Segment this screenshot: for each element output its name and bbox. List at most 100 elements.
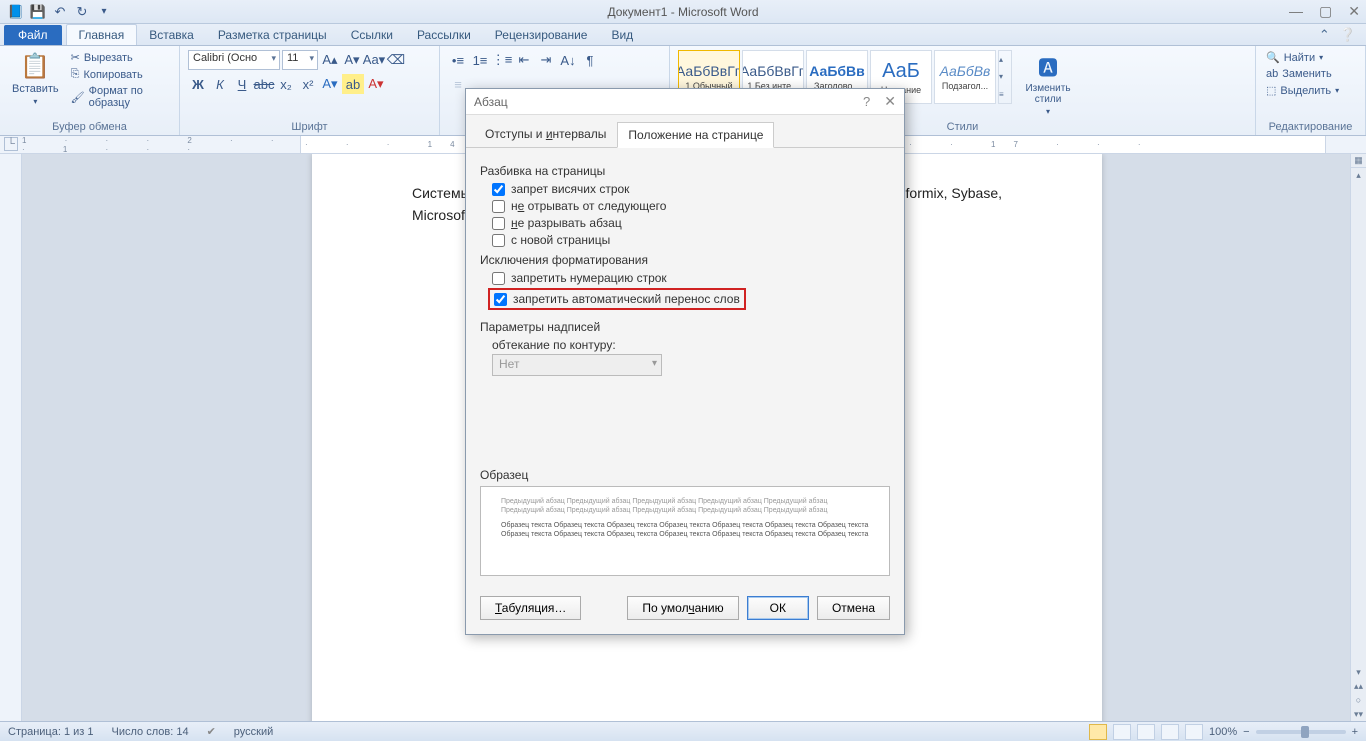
ribbon-help-icon[interactable]: ❔: [1340, 27, 1356, 43]
tab-layout[interactable]: Разметка страницы: [206, 25, 339, 45]
redo-icon[interactable]: ↻: [72, 2, 92, 22]
chk-keep-together-input[interactable]: [492, 217, 505, 230]
maximize-icon[interactable]: ▢: [1319, 3, 1332, 20]
chk-widow-input[interactable]: [492, 183, 505, 196]
minimize-icon[interactable]: —: [1289, 3, 1303, 20]
ok-button[interactable]: ОК: [747, 596, 809, 620]
tab-view[interactable]: Вид: [599, 25, 645, 45]
word-icon[interactable]: 📘: [6, 2, 26, 22]
chk-page-break[interactable]: с новой страницы: [492, 233, 890, 247]
tab-mailings[interactable]: Рассылки: [405, 25, 483, 45]
change-case-icon[interactable]: Aa▾: [364, 50, 384, 70]
numbering-icon[interactable]: 1≡: [470, 50, 490, 70]
chk-no-hyphen-input[interactable]: [494, 293, 507, 306]
quick-access-toolbar: 📘 💾 ↶ ↻ ▾: [0, 2, 114, 22]
chk-page-break-input[interactable]: [492, 234, 505, 247]
scroll-down-icon[interactable]: ▾: [1351, 665, 1366, 679]
status-page[interactable]: Страница: 1 из 1: [8, 726, 94, 738]
clear-format-icon[interactable]: ⌫: [386, 50, 406, 70]
chk-keep-next[interactable]: не отрывать от следующего: [492, 199, 890, 213]
zoom-out-icon[interactable]: −: [1243, 726, 1249, 738]
superscript-button[interactable]: x²: [298, 74, 318, 94]
cancel-button[interactable]: Отмена: [817, 596, 890, 620]
dialog-tab-indents[interactable]: Отступы и интервалы: [474, 121, 617, 147]
bullets-icon[interactable]: •≡: [448, 50, 468, 70]
preview-box: Предыдущий абзац Предыдущий абзац Предыд…: [480, 486, 890, 576]
chk-widow-control[interactable]: запрет висячих строк: [492, 182, 890, 196]
tab-file[interactable]: Файл: [4, 25, 62, 45]
dialog-titlebar[interactable]: Абзац ? ✕: [466, 89, 904, 115]
underline-button[interactable]: Ч: [232, 74, 252, 94]
ruler-left-margin: 1 · · · 2 · · · 1 · · ·: [22, 136, 300, 153]
highlight-icon[interactable]: ab: [342, 74, 364, 94]
font-color-icon[interactable]: A▾: [366, 74, 386, 94]
indent-inc-icon[interactable]: ⇥: [536, 50, 556, 70]
sort-icon[interactable]: A↓: [558, 50, 578, 70]
find-button[interactable]: 🔍Найти ▾: [1264, 50, 1341, 65]
chk-no-hyphen[interactable]: запретить автоматический перенос слов: [494, 292, 740, 306]
change-styles-icon: 🅰: [1038, 52, 1058, 81]
view-web[interactable]: [1137, 724, 1155, 740]
dialog-close-icon[interactable]: ✕: [884, 93, 896, 110]
ribbon-minimize-icon[interactable]: ⌃: [1319, 27, 1330, 43]
grow-font-icon[interactable]: A▴: [320, 50, 340, 70]
default-button[interactable]: По умолчанию: [627, 596, 738, 620]
scrollbar-vertical[interactable]: ▦ ▴ ▾ ▴▴ ○ ▾▾: [1350, 154, 1366, 721]
tab-home[interactable]: Главная: [66, 24, 138, 45]
change-styles-button[interactable]: 🅰 Изменить стили ▾: [1018, 50, 1078, 118]
text-effects-icon[interactable]: A▾: [320, 74, 340, 94]
save-icon[interactable]: 💾: [28, 2, 48, 22]
ruler-vertical[interactable]: [0, 154, 22, 721]
font-size-combo[interactable]: 11: [282, 50, 318, 70]
scroll-ruler-toggle[interactable]: ▦: [1351, 154, 1366, 168]
cut-button[interactable]: ✂Вырезать: [69, 50, 171, 65]
chk-suppress-lines-input[interactable]: [492, 272, 505, 285]
dialog-footer: Табуляция… По умолчанию ОК Отмена: [466, 584, 904, 634]
paste-button[interactable]: 📋 Вставить ▾: [8, 50, 63, 108]
multilevel-icon[interactable]: ⋮≡: [492, 50, 512, 70]
view-outline[interactable]: [1161, 724, 1179, 740]
font-name-combo[interactable]: Calibri (Осно: [188, 50, 280, 70]
prev-page-icon[interactable]: ▴▴: [1351, 679, 1366, 693]
styles-scroll[interactable]: ▴▾≡: [998, 50, 1012, 104]
dialog-help-icon[interactable]: ?: [863, 94, 870, 109]
tab-review[interactable]: Рецензирование: [483, 25, 600, 45]
replace-button[interactable]: abЗаменить: [1264, 67, 1341, 81]
italic-button[interactable]: К: [210, 74, 230, 94]
view-fullscreen[interactable]: [1113, 724, 1131, 740]
view-print-layout[interactable]: [1089, 724, 1107, 740]
close-window-icon[interactable]: ✕: [1348, 3, 1360, 20]
zoom-slider[interactable]: [1256, 730, 1346, 734]
show-marks-icon[interactable]: ¶: [580, 50, 600, 70]
chk-keep-together[interactable]: не разрывать абзац: [492, 216, 890, 230]
section-pagination: Разбивка на страницы: [480, 164, 890, 178]
tab-selector[interactable]: └: [4, 137, 18, 151]
tab-references[interactable]: Ссылки: [339, 25, 405, 45]
chk-suppress-lines[interactable]: запретить нумерацию строк: [492, 271, 890, 285]
indent-dec-icon[interactable]: ⇤: [514, 50, 534, 70]
style-subtitle[interactable]: АаБбВвПодзагол...: [934, 50, 996, 104]
qat-more-icon[interactable]: ▾: [94, 2, 114, 22]
chk-keep-next-input[interactable]: [492, 200, 505, 213]
tab-insert[interactable]: Вставка: [137, 25, 206, 45]
undo-icon[interactable]: ↶: [50, 2, 70, 22]
status-words[interactable]: Число слов: 14: [112, 726, 189, 738]
status-proof-icon[interactable]: ✔: [207, 725, 216, 738]
format-painter-button[interactable]: 🖌Формат по образцу: [69, 84, 171, 110]
select-button[interactable]: ⬚Выделить ▾: [1264, 83, 1341, 98]
subscript-button[interactable]: x₂: [276, 74, 296, 94]
bold-button[interactable]: Ж: [188, 74, 208, 94]
dialog-tab-position[interactable]: Положение на странице: [617, 122, 774, 148]
tabs-button[interactable]: Табуляция…: [480, 596, 581, 620]
wrap-combo: Нет: [492, 354, 662, 376]
zoom-in-icon[interactable]: +: [1352, 726, 1358, 738]
copy-button[interactable]: ⎘Копировать: [69, 67, 171, 82]
browse-object-icon[interactable]: ○: [1351, 693, 1366, 707]
scroll-up-icon[interactable]: ▴: [1351, 168, 1366, 182]
shrink-font-icon[interactable]: A▾: [342, 50, 362, 70]
view-draft[interactable]: [1185, 724, 1203, 740]
zoom-level[interactable]: 100%: [1209, 726, 1237, 738]
status-lang[interactable]: русский: [234, 726, 273, 738]
next-page-icon[interactable]: ▾▾: [1351, 707, 1366, 721]
strike-button[interactable]: abc: [254, 74, 274, 94]
